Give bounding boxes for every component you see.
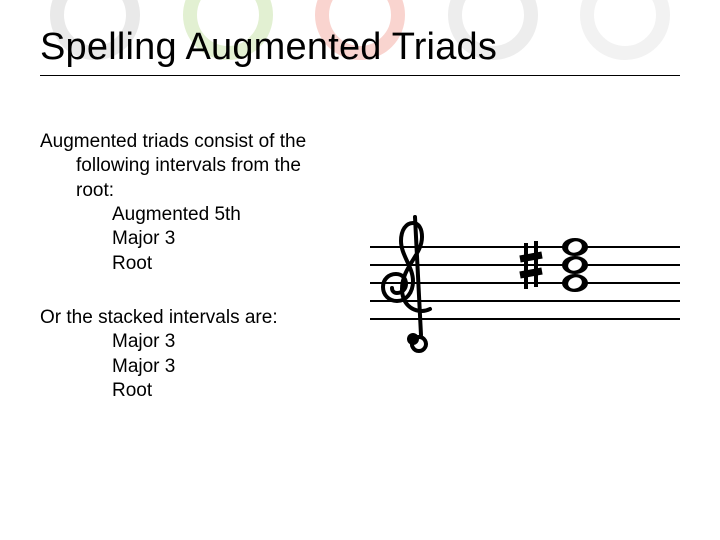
list-item: Major 3 <box>40 355 340 379</box>
music-notation <box>370 215 680 355</box>
page-title: Spelling Augmented Triads <box>40 26 680 69</box>
intro-paragraph: Augmented triads consist of the followin… <box>40 130 340 276</box>
staff-svg <box>370 215 680 355</box>
intro-lead: Augmented triads consist of the followin… <box>40 130 340 203</box>
stacked-lead: Or the stacked intervals are: <box>40 306 340 330</box>
title-underline <box>40 75 680 76</box>
list-item: Root <box>40 252 340 276</box>
list-item: Augmented 5th <box>40 203 340 227</box>
body-content: Augmented triads consist of the followin… <box>40 130 340 433</box>
list-item: Root <box>40 379 340 403</box>
list-item: Major 3 <box>40 330 340 354</box>
list-item: Major 3 <box>40 227 340 251</box>
chord-notes <box>562 238 588 292</box>
stacked-paragraph: Or the stacked intervals are: Major 3 Ma… <box>40 306 340 403</box>
title-area: Spelling Augmented Triads <box>40 26 680 76</box>
